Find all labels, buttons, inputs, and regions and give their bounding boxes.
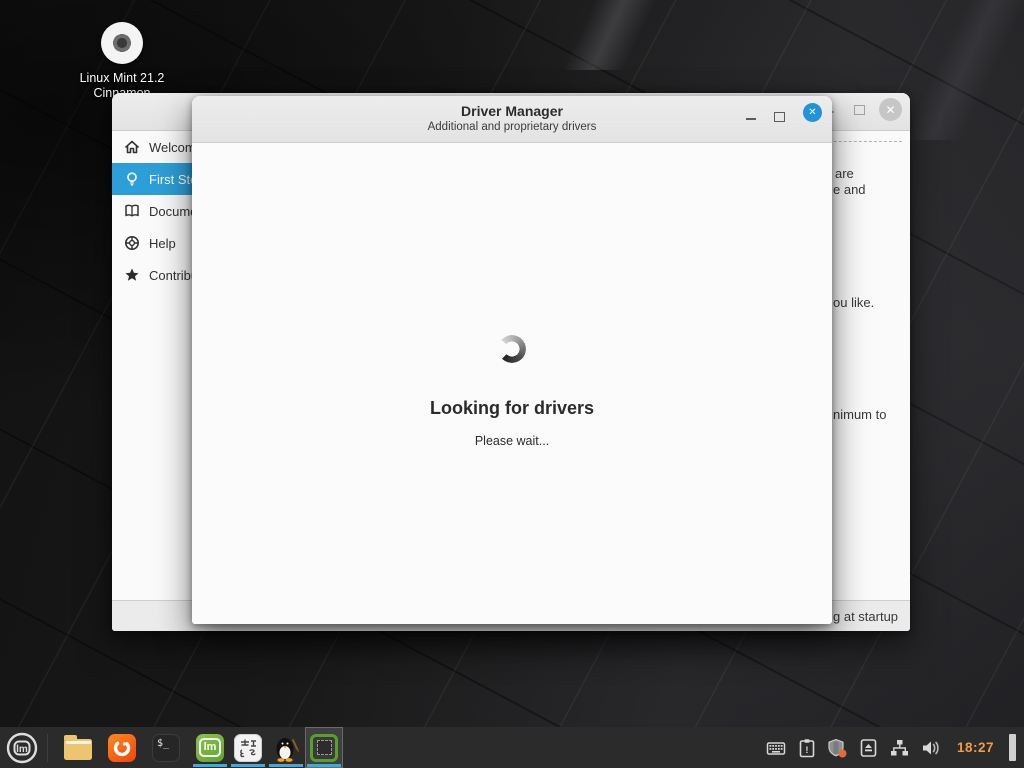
minimize-icon — [746, 118, 756, 120]
status-heading: Looking for drivers — [192, 398, 832, 419]
status-subtext: Please wait... — [192, 434, 832, 448]
welcome-text-fragment: e and — [833, 182, 866, 197]
loading-spinner-icon — [498, 335, 526, 363]
tux-penguin-icon — [272, 734, 300, 762]
driver-manager-content: Looking for drivers Please wait... — [192, 143, 832, 624]
welcome-text-fragment: nimum to — [833, 407, 886, 422]
terminal-icon: $_ — [152, 734, 180, 762]
book-icon — [124, 203, 140, 219]
maximize-button[interactable] — [772, 110, 786, 124]
maximize-button[interactable] — [852, 103, 866, 117]
show-desktop-bar[interactable] — [1009, 734, 1016, 761]
mint-menu-icon: lm — [6, 732, 38, 764]
background-light-streak — [520, 0, 710, 70]
window-subtitle: Additional and proprietary drivers — [192, 121, 832, 133]
home-icon — [124, 139, 140, 155]
network-icon — [890, 739, 909, 757]
running-indicator — [307, 764, 341, 767]
welcome-text-fragment: ou like. — [833, 295, 874, 310]
keyboard-tray-button[interactable] — [765, 737, 787, 759]
update-manager-tray-button[interactable] — [827, 737, 849, 759]
desktop-icon-linux-mint-iso[interactable]: Linux Mint 21.2 Cinnamon — [58, 22, 186, 101]
system-reports-tray-button[interactable]: ! — [796, 737, 818, 759]
volume-tray-button[interactable] — [920, 737, 942, 759]
taskbar-window-character-map[interactable] — [229, 727, 267, 768]
clock[interactable]: 18:27 — [951, 740, 1000, 755]
svg-text:lm: lm — [16, 744, 28, 755]
taskbar-window-welcome-app[interactable]: lm — [191, 727, 229, 768]
desktop-icon-label-line1: Linux Mint 21.2 — [58, 71, 186, 86]
maximize-icon — [774, 112, 785, 122]
removable-media-eject-icon — [860, 738, 877, 758]
taskbar-separator — [47, 734, 48, 762]
screenshot-icon — [310, 734, 338, 762]
lightbulb-icon — [124, 171, 140, 187]
close-button[interactable]: ✕ — [803, 103, 822, 122]
taskbar-window-screenshot[interactable] — [305, 727, 343, 768]
startup-checkbox-label-fragment[interactable]: g at startup — [833, 609, 898, 624]
maximize-icon — [854, 105, 865, 115]
disc-icon — [101, 22, 143, 64]
driver-manager-titlebar[interactable]: Driver Manager Additional and proprietar… — [192, 96, 832, 143]
running-indicator — [269, 764, 303, 767]
running-indicator — [231, 764, 265, 767]
network-tray-button[interactable] — [889, 737, 911, 759]
update-shield-icon — [827, 738, 848, 758]
firefox-icon — [108, 734, 136, 762]
driver-manager-window: Driver Manager Additional and proprietar… — [192, 96, 832, 624]
star-icon — [124, 267, 140, 283]
close-button[interactable]: ✕ — [879, 98, 902, 121]
removable-media-tray-button[interactable] — [858, 737, 880, 759]
taskbar-window-driver-manager[interactable] — [267, 727, 305, 768]
svg-text:!: ! — [805, 745, 808, 756]
volume-icon — [921, 739, 941, 757]
files-folder-icon — [64, 739, 92, 760]
welcome-text-fragment: are — [835, 166, 854, 181]
mint-menu-button[interactable]: lm — [0, 727, 44, 768]
running-indicator — [193, 764, 227, 767]
lifebuoy-icon — [124, 235, 140, 251]
window-title: Driver Manager — [192, 103, 832, 119]
taskbar: lm $_ lm — [0, 727, 1024, 768]
close-icon: ✕ — [803, 103, 822, 122]
mint-welcome-icon: lm — [196, 734, 224, 762]
notification-dot — [839, 749, 847, 757]
launcher-files[interactable] — [59, 727, 97, 768]
minimize-button[interactable] — [744, 112, 758, 126]
sidebar-item-label: Help — [149, 236, 176, 251]
system-tray: ! — [765, 734, 1024, 761]
launcher-firefox[interactable] — [103, 727, 141, 768]
character-map-icon — [234, 734, 262, 762]
launcher-terminal[interactable]: $_ — [147, 727, 185, 768]
close-icon: ✕ — [879, 98, 902, 121]
report-clipboard-icon: ! — [798, 738, 816, 758]
keyboard-icon — [766, 738, 786, 758]
